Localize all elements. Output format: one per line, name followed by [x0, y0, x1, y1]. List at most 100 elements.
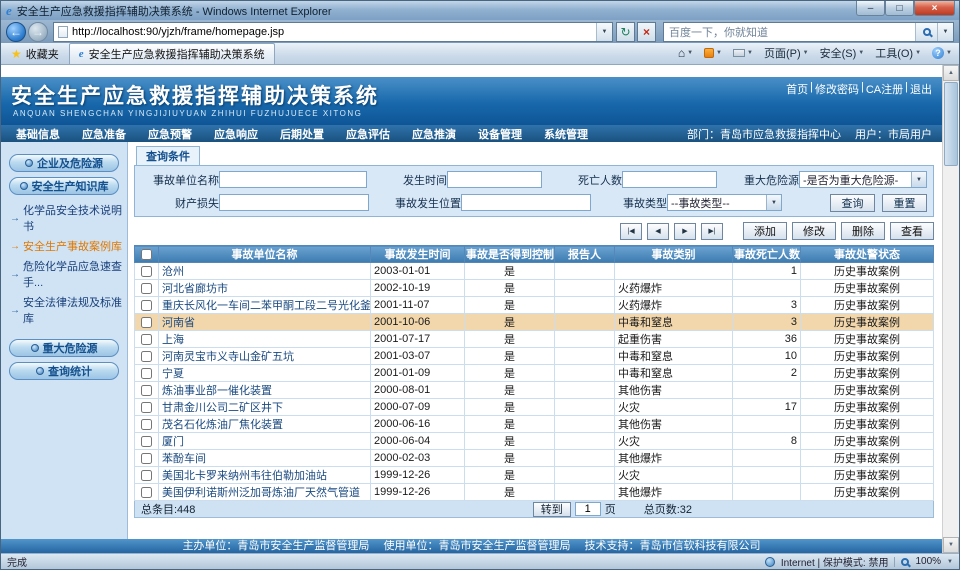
page-menu-button[interactable]: 页面(P)▼	[760, 45, 813, 61]
refresh-button[interactable]: ↻	[616, 22, 635, 42]
forward-button[interactable]: →	[28, 22, 48, 42]
location-input[interactable]	[461, 194, 591, 211]
major-hazard-select[interactable]: -是否为重大危险源- ▼	[799, 171, 927, 188]
search-dropdown-icon[interactable]: ▼	[937, 23, 953, 41]
row-checkbox[interactable]	[141, 283, 152, 294]
row-checkbox[interactable]	[141, 266, 152, 277]
reset-button[interactable]: 重置	[882, 194, 927, 212]
top-link[interactable]: 首页	[786, 81, 808, 97]
site-subtitle: ANQUAN SHENGCHAN YINGJIJIUYUAN ZHIHUI FU…	[1, 108, 942, 118]
row-checkbox[interactable]	[141, 385, 152, 396]
deaths-input[interactable]	[622, 171, 717, 188]
menu-item[interactable]: 应急响应	[203, 126, 269, 142]
address-text[interactable]: http://localhost:90/yjzh/frame/homepage.…	[72, 26, 592, 38]
table-row[interactable]: 河北省廊坊市2002-10-19是火药爆炸历史事故案例	[135, 280, 934, 297]
menu-item[interactable]: 应急推演	[401, 126, 467, 142]
sidebar-group-button[interactable]: 重大危险源	[9, 339, 119, 357]
sidebar-group-button[interactable]: 查询统计	[9, 362, 119, 380]
row-checkbox[interactable]	[141, 368, 152, 379]
view-button[interactable]: 查看	[890, 222, 934, 240]
back-button[interactable]: ←	[6, 22, 26, 42]
row-checkbox[interactable]	[141, 436, 152, 447]
top-link[interactable]: 退出	[910, 81, 932, 97]
menu-item[interactable]: 基础信息	[5, 126, 71, 142]
last-page-button[interactable]: ▶|	[701, 223, 723, 240]
minimize-button[interactable]: –	[856, 1, 885, 16]
vertical-scrollbar[interactable]: ▲ ▼	[942, 65, 959, 553]
menu-item[interactable]: 设备管理	[467, 126, 533, 142]
table-row[interactable]: 美国北卡罗来纳州韦往伯勒加油站1999-12-26是火灾历史事故案例	[135, 467, 934, 484]
print-button[interactable]: ▼	[729, 49, 757, 57]
search-button[interactable]: 查询	[830, 194, 875, 212]
table-row[interactable]: 美国伊利诺斯州泛加哥炼油厂天然气管道1999-12-26是其他爆炸历史事故案例	[135, 484, 934, 501]
prev-page-button[interactable]: ◀	[647, 223, 669, 240]
table-row[interactable]: 宁夏2001-01-09是中毒和窒息2历史事故案例	[135, 365, 934, 382]
row-checkbox[interactable]	[141, 300, 152, 311]
goto-page-button[interactable]: 转到	[533, 502, 571, 517]
feeds-button[interactable]: ▼	[700, 48, 726, 58]
menu-item[interactable]: 系统管理	[533, 126, 599, 142]
zoom-level[interactable]: 100%	[915, 556, 941, 567]
stop-button[interactable]: ×	[637, 22, 656, 42]
top-link[interactable]: 修改密码	[815, 81, 859, 97]
address-bar[interactable]: http://localhost:90/yjzh/frame/homepage.…	[53, 22, 613, 42]
table-row[interactable]: 炼油事业部一催化装置2000-08-01是其他伤害历史事故案例	[135, 382, 934, 399]
menu-item[interactable]: 应急预警	[137, 126, 203, 142]
table-row[interactable]: 重庆长风化一车间二苯甲酮工段二号光化釜2001-11-07是火药爆炸3历史事故案…	[135, 297, 934, 314]
sidebar-item[interactable]: →危险化学品应急速查手...	[1, 256, 127, 292]
zoom-dropdown-icon[interactable]: ▼	[947, 559, 953, 565]
scroll-down-icon[interactable]: ▼	[943, 537, 959, 553]
sidebar-item[interactable]: →安全法律法规及标准库	[1, 292, 127, 328]
cell-date: 2002-10-19	[371, 280, 465, 297]
safety-menu-button[interactable]: 安全(S)▼	[816, 45, 869, 61]
home-button[interactable]: ⌂▼	[674, 46, 697, 60]
menu-item[interactable]: 应急准备	[71, 126, 137, 142]
table-row[interactable]: 甘肃金川公司二矿区井下2000-07-09是火灾17历史事故案例	[135, 399, 934, 416]
add-button[interactable]: 添加	[743, 222, 787, 240]
next-page-button[interactable]: ▶	[674, 223, 696, 240]
tab-active[interactable]: e 安全生产应急救援指挥辅助决策系统	[69, 43, 275, 64]
property-loss-input[interactable]	[219, 194, 369, 211]
row-checkbox[interactable]	[141, 487, 152, 498]
delete-button[interactable]: 删除	[841, 222, 885, 240]
top-link[interactable]: CA注册	[866, 81, 903, 97]
favorites-button[interactable]: ★ 收藏夹	[4, 44, 66, 63]
row-checkbox[interactable]	[141, 351, 152, 362]
goto-page-input[interactable]	[575, 502, 601, 516]
row-checkbox[interactable]	[141, 317, 152, 328]
table-row[interactable]: 河南灵宝市义寺山金矿五坑2001-03-07是中毒和窒息10历史事故案例	[135, 348, 934, 365]
first-page-button[interactable]: |◀	[620, 223, 642, 240]
select-all-checkbox[interactable]	[141, 249, 152, 260]
accident-type-select[interactable]: --事故类型-- ▼	[667, 194, 782, 211]
sidebar-group-button[interactable]: 安全生产知识库	[9, 177, 119, 195]
scrollbar-thumb[interactable]	[944, 82, 958, 166]
row-checkbox[interactable]	[141, 419, 152, 430]
row-checkbox[interactable]	[141, 334, 152, 345]
scroll-up-icon[interactable]: ▲	[943, 65, 959, 81]
sidebar-item[interactable]: →安全生产事故案例库	[1, 236, 127, 256]
search-text[interactable]: 百度一下，你就知道	[669, 24, 915, 40]
table-row[interactable]: 沧州2003-01-01是1历史事故案例	[135, 263, 934, 280]
search-icon[interactable]	[915, 23, 937, 41]
close-button[interactable]: ×	[914, 1, 955, 16]
tools-menu-button[interactable]: 工具(O)▼	[871, 45, 925, 61]
table-row[interactable]: 苯酚车间2000-02-03是其他爆炸历史事故案例	[135, 450, 934, 467]
row-checkbox[interactable]	[141, 453, 152, 464]
sidebar-group-button[interactable]: 企业及危险源	[9, 154, 119, 172]
menu-item[interactable]: 后期处置	[269, 126, 335, 142]
row-checkbox[interactable]	[141, 470, 152, 481]
maximize-button[interactable]: □	[885, 1, 914, 16]
table-row[interactable]: 上海2001-07-17是起重伤害36历史事故案例	[135, 331, 934, 348]
row-checkbox[interactable]	[141, 402, 152, 413]
occur-time-input[interactable]	[447, 171, 542, 188]
help-button[interactable]: ?▼	[928, 47, 956, 59]
table-row[interactable]: 厦门2000-06-04是火灾8历史事故案例	[135, 433, 934, 450]
table-row[interactable]: 河南省2001-10-06是中毒和窒息3历史事故案例	[135, 314, 934, 331]
sidebar-item[interactable]: →化学品安全技术说明书	[1, 200, 127, 236]
address-dropdown-icon[interactable]: ▼	[596, 23, 612, 41]
table-row[interactable]: 茂名石化炼油厂焦化装置2000-06-16是其他伤害历史事故案例	[135, 416, 934, 433]
edit-button[interactable]: 修改	[792, 222, 836, 240]
unit-name-input[interactable]	[219, 171, 367, 188]
menu-item[interactable]: 应急评估	[335, 126, 401, 142]
search-input[interactable]: 百度一下，你就知道 ▼	[663, 22, 954, 42]
